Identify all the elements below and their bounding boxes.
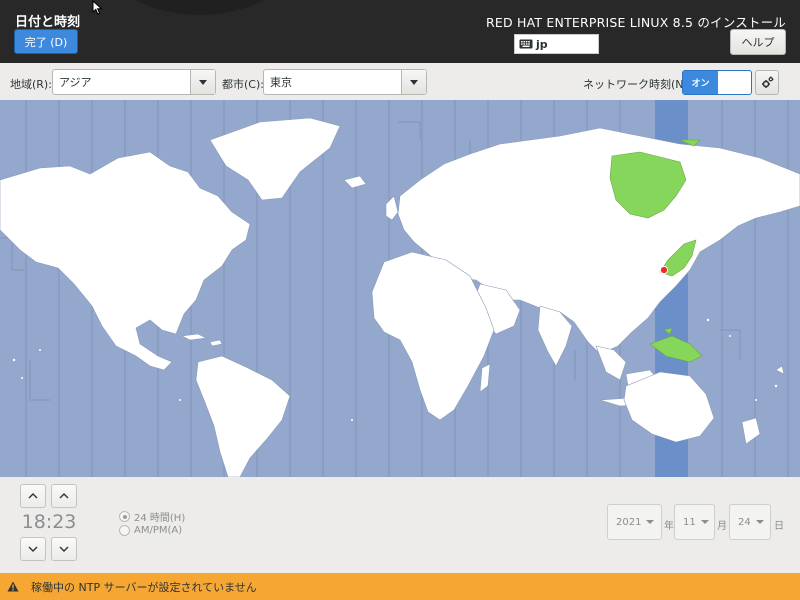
time-display: 18:23 [21, 511, 77, 533]
header-decoration [92, 0, 307, 15]
land-greenland [209, 117, 341, 201]
keyboard-layout-indicator[interactable]: jp [514, 34, 599, 54]
day-combo[interactable]: 24 [729, 504, 771, 540]
chevron-up-icon [28, 493, 38, 499]
warning-icon [7, 581, 19, 592]
format-ampm-label: AM/PM(A) [134, 525, 183, 536]
month-value: 11 [683, 516, 696, 528]
timezone-toolbar: 地域(R): アジア 都市(C): 東京 ネットワーク時刻(N) オン [0, 63, 800, 100]
year-value: 2021 [616, 516, 642, 528]
radio-ampm[interactable] [119, 525, 130, 536]
land-australia [623, 371, 715, 443]
minute-up-button[interactable] [51, 484, 77, 508]
land-south-america [195, 355, 291, 477]
chevron-down-icon [646, 520, 655, 524]
city-label: 都市(C): [222, 78, 264, 91]
region-label: 地域(R): [10, 78, 52, 91]
keyboard-icon [519, 39, 533, 49]
world-map[interactable] [0, 100, 800, 477]
day-unit-label: 日 [774, 521, 784, 532]
month-combo[interactable]: 11 [674, 504, 715, 540]
chevron-down-icon [700, 520, 709, 524]
land-north-america [0, 151, 251, 371]
chevron-down-icon [755, 520, 764, 524]
warning-bar[interactable]: 稼働中の NTP サーバーが設定されていません [0, 573, 800, 600]
hour-up-button[interactable] [20, 484, 46, 508]
page-title: 日付と時刻 [15, 15, 81, 30]
gear-icon [761, 76, 773, 88]
timezone-map[interactable] [0, 100, 800, 477]
minute-down-button[interactable] [51, 537, 77, 561]
help-button[interactable]: ヘルプ [730, 29, 786, 55]
hour-down-button[interactable] [20, 537, 46, 561]
network-time-switch[interactable]: オン [682, 70, 752, 95]
header-bar: 日付と時刻 完了 (D) RED HAT ENTERPRISE LINUX 8.… [0, 0, 800, 63]
chevron-down-icon [28, 546, 38, 552]
location-pin-icon [659, 265, 669, 275]
region-combo[interactable]: アジア [52, 69, 216, 95]
chevron-down-icon[interactable] [401, 70, 426, 94]
format-ampm-option[interactable]: AM/PM(A) [119, 525, 182, 536]
city-value: 東京 [270, 76, 292, 89]
chevron-up-icon [59, 493, 69, 499]
switch-on-label: オン [683, 71, 718, 94]
city-combo[interactable]: 東京 [263, 69, 427, 95]
radio-24h[interactable] [119, 511, 130, 522]
chevron-down-icon[interactable] [190, 70, 215, 94]
network-time-label: ネットワーク時刻(N) [583, 78, 688, 91]
format-24h-label: 24 時間(H) [134, 513, 186, 524]
year-unit-label: 年 [664, 521, 674, 532]
month-unit-label: 月 [717, 521, 727, 532]
datetime-panel: 18:23 24 時間(H) AM/PM(A) 2021 年 11 月 24 日 [0, 477, 800, 573]
keyboard-layout-value: jp [536, 37, 548, 51]
region-value: アジア [59, 76, 92, 89]
ntp-settings-button[interactable] [755, 70, 779, 95]
mouse-cursor-icon [92, 0, 103, 15]
year-combo[interactable]: 2021 [607, 504, 662, 540]
day-value: 24 [738, 516, 751, 528]
chevron-down-icon [59, 546, 69, 552]
format-24h-option[interactable]: 24 時間(H) [119, 509, 185, 524]
done-button[interactable]: 完了 (D) [14, 29, 78, 54]
warning-message: 稼働中の NTP サーバーが設定されていません [31, 580, 257, 594]
